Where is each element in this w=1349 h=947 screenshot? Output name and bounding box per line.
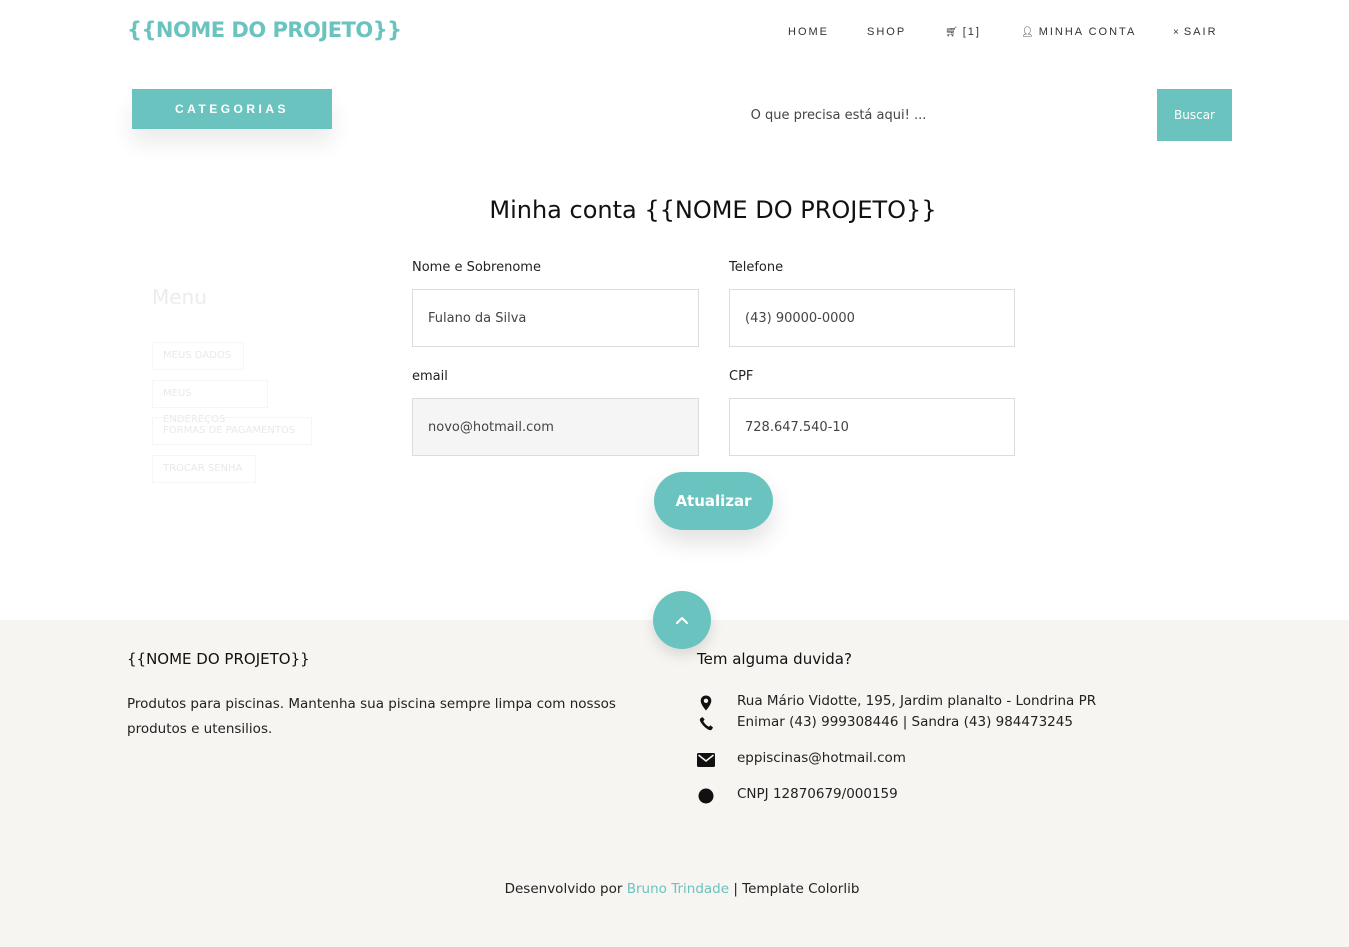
circle-icon — [697, 787, 715, 805]
contact-email[interactable]: eppiscinas@hotmail.com — [737, 750, 906, 766]
phone-icon — [697, 714, 715, 732]
nav-shop[interactable]: SHOP — [867, 26, 906, 38]
credits-prefix: Desenvolvido por — [504, 881, 627, 897]
site-logo[interactable]: {{NOME DO PROJETO}} — [127, 18, 402, 42]
nav-logout-label: SAIR — [1183, 26, 1218, 38]
map-marker-icon — [697, 694, 715, 712]
nav-home[interactable]: HOME — [788, 26, 829, 38]
footer-brand: {{NOME DO PROJETO}} — [127, 650, 310, 668]
footer-description: Produtos para piscinas. Mantenha sua pis… — [127, 696, 616, 737]
menu-item-change-password[interactable]: TROCAR SENHA — [152, 455, 256, 483]
credits-suffix: | Template Colorlib — [729, 881, 860, 897]
contact-phone: Enimar (43) 999308446 | Sandra (43) 9844… — [737, 714, 1073, 730]
envelope-icon — [697, 751, 715, 769]
search-button[interactable]: Buscar — [1157, 89, 1232, 141]
categories-button[interactable]: CATEGORIAS — [132, 89, 332, 129]
credits: Desenvolvido por Bruno Trindade | Templa… — [0, 881, 1349, 897]
chevron-up-icon — [676, 617, 688, 624]
name-field[interactable] — [412, 289, 699, 347]
cpf-field[interactable] — [729, 398, 1015, 456]
nav-cart-count: [1] — [962, 26, 981, 38]
page-title: Minha conta {{NOME DO PROJETO}} — [489, 196, 937, 224]
cart-icon: 🛒︎ — [945, 27, 958, 38]
nav-account-label: MINHA CONTA — [1038, 26, 1137, 38]
menu-item-payment-methods[interactable]: FORMAS DE PAGAMENTOS — [152, 417, 312, 445]
menu-item-my-data[interactable]: MEUS DADOS — [152, 342, 244, 370]
user-icon: 👤︎ — [1021, 27, 1034, 38]
email-field[interactable] — [412, 398, 699, 456]
update-button[interactable]: Atualizar — [654, 472, 773, 530]
contact-address: Rua Mário Vidotte, 195, Jardim planalto … — [737, 693, 1097, 709]
footer — [0, 620, 1349, 947]
nav-shop-label: SHOP — [867, 26, 907, 38]
phone-field[interactable] — [729, 289, 1015, 347]
name-label: Nome e Sobrenome — [412, 260, 541, 275]
account-menu-title: Menu — [152, 285, 207, 309]
nav-home-label: HOME — [788, 26, 829, 38]
email-label: email — [412, 369, 448, 384]
search-input[interactable] — [520, 89, 1157, 141]
menu-item-addresses[interactable]: MEUS ENDEREÇOS — [152, 380, 268, 425]
nav-cart[interactable]: 🛒︎ [1] — [945, 26, 981, 38]
credits-author-link[interactable]: Bruno Trindade — [627, 881, 729, 897]
cpf-label: CPF — [729, 369, 754, 384]
contact-heading: Tem alguma duvida? — [697, 650, 852, 668]
nav-account[interactable]: 👤︎ MINHA CONTA — [1021, 26, 1136, 38]
contact-cnpj: CNPJ 12870679/000159 — [737, 786, 898, 802]
nav-logout[interactable]: × SAIR — [1173, 26, 1218, 38]
back-to-top-button[interactable] — [653, 591, 711, 649]
close-icon: × — [1173, 27, 1179, 38]
phone-label: Telefone — [729, 260, 784, 275]
